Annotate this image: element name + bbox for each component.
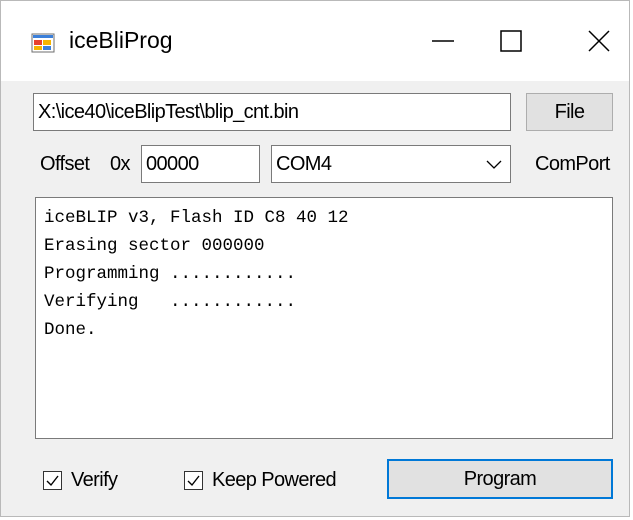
offset-label: Offset (40, 153, 90, 175)
keep-powered-checkbox-box[interactable] (184, 471, 203, 490)
com-port-label: ComPort (535, 153, 610, 175)
program-button[interactable]: Program (387, 459, 613, 499)
keep-powered-label[interactable]: Keep Powered (212, 469, 337, 492)
minimize-icon (432, 40, 454, 42)
app-icon (31, 33, 55, 53)
close-button[interactable] (559, 1, 633, 81)
offset-input[interactable]: 00000 (141, 145, 260, 183)
output-log[interactable]: iceBLIP v3, Flash ID C8 40 12 Erasing se… (35, 197, 613, 439)
hex-prefix-label: 0x (110, 153, 131, 175)
file-path-input[interactable]: X:\ice40\iceBlipTest\blip_cnt.bin (33, 93, 511, 131)
main-window: iceBliProg X:\ice40\iceBlipTest\blip_cnt… (0, 0, 630, 517)
maximize-button[interactable] (471, 1, 551, 81)
window-title: iceBliProg (69, 27, 173, 53)
close-icon (588, 30, 610, 52)
keep-powered-checkbox[interactable]: Keep Powered (184, 469, 337, 492)
title-bar[interactable]: iceBliProg (1, 1, 629, 81)
com-port-select[interactable]: COM4 (271, 145, 511, 183)
verify-label[interactable]: Verify (71, 469, 118, 492)
maximize-icon (500, 30, 522, 52)
checkmark-icon (187, 475, 200, 487)
verify-checkbox-box[interactable] (43, 471, 62, 490)
com-port-value: COM4 (276, 153, 332, 175)
client-area: X:\ice40\iceBlipTest\blip_cnt.bin File O… (1, 81, 629, 516)
verify-checkbox[interactable]: Verify (43, 469, 118, 492)
file-button[interactable]: File (526, 93, 613, 131)
checkmark-icon (46, 475, 59, 487)
chevron-down-icon[interactable] (486, 158, 502, 170)
